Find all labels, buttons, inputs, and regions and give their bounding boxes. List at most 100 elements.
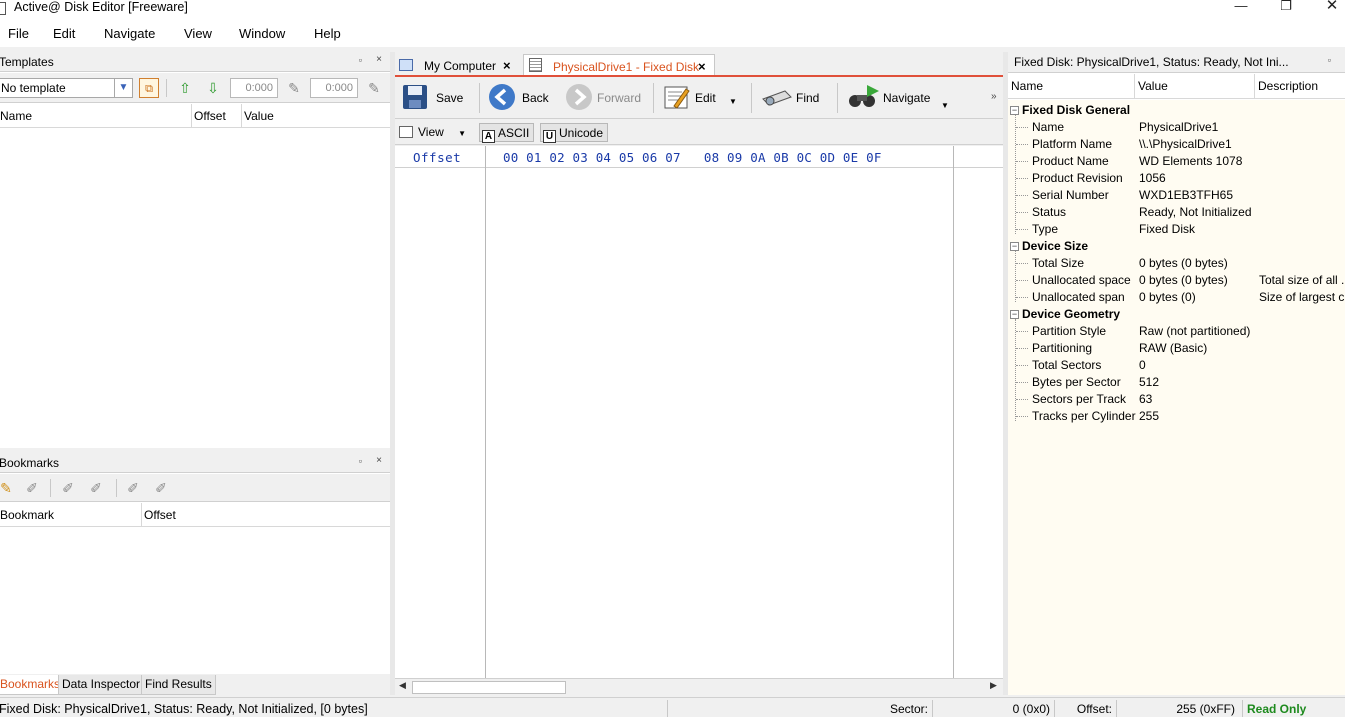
scroll-right-icon[interactable]: ▶ [990,680,997,691]
toolbar-overflow-icon[interactable]: » [991,91,997,102]
property-row[interactable]: Name PhysicalDrive1 [1008,119,1345,136]
column-value[interactable]: Value [242,104,390,128]
forward-arrow-icon [566,84,592,110]
menu-navigate[interactable]: Navigate [104,26,155,41]
back-button[interactable]: Back [488,81,554,115]
tab-find-results[interactable]: Find Results [141,675,216,695]
property-row[interactable]: Unallocated span 0 bytes (0) Size of large… [1008,289,1345,306]
save-button[interactable]: Save [401,81,471,115]
column-value[interactable]: Value [1135,74,1255,99]
property-row[interactable]: Unallocated space 0 bytes (0 bytes) Total … [1008,272,1345,289]
group-device-size[interactable]: − Device Size [1008,238,1345,255]
menu-window[interactable]: Window [239,26,285,41]
column-name[interactable]: Name [1008,74,1135,99]
close-icon[interactable]: × [376,54,382,65]
menu-edit[interactable]: Edit [53,26,75,41]
column-name[interactable]: Name [0,104,192,128]
tab-bookmarks[interactable]: Bookmarks [0,675,65,695]
property-row[interactable]: Total Sectors 0 [1008,357,1345,374]
column-bookmark[interactable]: Bookmark [0,503,142,527]
offset-to-input[interactable]: 0:000 [310,78,358,98]
property-row[interactable]: Partition Style Raw (not partitioned) [1008,323,1345,340]
property-row[interactable]: Status Ready, Not Initialized [1008,204,1345,221]
close-icon[interactable]: × [376,455,382,466]
menu-help[interactable]: Help [314,26,341,41]
add-bookmark-icon[interactable]: ✎ [0,478,16,498]
property-row[interactable]: Partitioning RAW (Basic) [1008,340,1345,357]
close-window-button[interactable]: ✕ [1309,0,1345,16]
toolbar-separator [653,83,654,113]
navigate-binoculars-icon [849,85,879,107]
property-name: Sectors per Track [1032,392,1127,406]
next-bookmark-icon[interactable]: ✐ [86,478,106,498]
delete-bookmark-icon[interactable]: ✐ [123,478,143,498]
edit-bookmark-icon[interactable]: ✐ [22,478,42,498]
property-row[interactable]: Total Size 0 bytes (0 bytes) [1008,255,1345,272]
chevron-down-icon[interactable]: ▼ [458,129,466,138]
offset-from-input[interactable]: 0:000 [230,78,278,98]
navigate-label: Navigate [883,91,931,105]
templates-panel: Templates ▫ × No template ▼ ⧉ ⇧ ⇩ 0:000 … [0,52,390,448]
restore-button[interactable]: ❐ [1263,0,1309,16]
apply-template-icon[interactable]: ⧉ [139,78,159,98]
pin-offset-end-icon[interactable]: ✎ [364,78,384,98]
chevron-down-icon[interactable]: ▼ [729,97,737,106]
tab-data-inspector[interactable]: Data Inspector [58,675,145,695]
property-row[interactable]: Product Name WD Elements 1078 [1008,153,1345,170]
property-value: Ready, Not Initialized [1139,205,1252,219]
pin-offset-icon[interactable]: ✎ [284,78,304,98]
edit-button[interactable]: Edit ▼ [662,81,742,115]
hex-offset-header: Offset [413,150,462,165]
collapse-icon[interactable]: − [1010,242,1019,251]
chevron-down-icon[interactable]: ▼ [941,101,949,110]
view-dropdown[interactable]: View ▼ [399,123,466,142]
column-description[interactable]: Description [1255,74,1345,99]
property-row[interactable]: Tracks per Cylinder 255 [1008,408,1345,425]
property-row[interactable]: Product Revision 1056 [1008,170,1345,187]
close-tab-icon[interactable]: × [503,55,511,77]
unicode-label: Unicode [559,126,604,140]
minimize-button[interactable]: — [1218,0,1264,16]
delete-all-bookmarks-icon[interactable]: ✐ [151,478,171,498]
group-fixed-disk-general[interactable]: − Fixed Disk General [1008,102,1345,119]
column-offset[interactable]: Offset [192,104,242,128]
unicode-toggle[interactable]: U Unicode [540,123,609,143]
hex-editor[interactable]: Offset 00 01 02 03 04 05 06 07 08 09 0A … [395,146,1003,678]
menu-view[interactable]: View [184,26,212,41]
templates-header: Templates ▫ × [0,52,390,72]
tab-my-computer[interactable]: My Computer × [395,54,521,76]
menu-bar: File Edit Navigate View Window Help [0,20,1345,47]
column-offset[interactable]: Offset [142,503,390,527]
scrollbar-thumb[interactable] [412,681,566,694]
menu-file[interactable]: File [8,26,29,41]
property-row[interactable]: Bytes per Sector 512 [1008,374,1345,391]
property-value: WD Elements 1078 [1139,154,1243,168]
arrow-up-icon[interactable]: ⇧ [175,78,195,98]
group-device-geometry[interactable]: − Device Geometry [1008,306,1345,323]
property-row[interactable]: Sectors per Track 63 [1008,391,1345,408]
forward-button[interactable]: Forward [565,81,645,115]
property-row[interactable]: Type Fixed Disk [1008,221,1345,238]
property-description: Size of largest c... [1259,290,1345,304]
template-select[interactable]: No template ▼ [0,78,133,98]
property-row[interactable]: Serial Number WXD1EB3TFH65 [1008,187,1345,204]
tab-label: My Computer [424,59,497,73]
document-tabs: My Computer × PhysicalDrive1 - Fixed Dis… [395,52,1003,76]
ascii-toggle[interactable]: A ASCII [479,123,535,143]
tab-physicaldrive1[interactable]: PhysicalDrive1 - Fixed Disk × [523,54,715,76]
pin-icon[interactable]: ▫ [1328,55,1331,65]
chevron-down-icon[interactable]: ▼ [114,79,132,97]
navigate-button[interactable]: Navigate ▼ [847,81,955,115]
horizontal-scrollbar[interactable]: ◀ ▶ [395,678,1003,695]
scroll-left-icon[interactable]: ◀ [399,680,406,691]
find-button[interactable]: Find [761,81,825,115]
pin-icon[interactable]: ▫ [359,456,362,466]
previous-bookmark-icon[interactable]: ✐ [58,478,78,498]
property-row[interactable]: Platform Name \\.\PhysicalDrive1 [1008,136,1345,153]
collapse-icon[interactable]: − [1010,310,1019,319]
collapse-icon[interactable]: − [1010,106,1019,115]
arrow-down-icon[interactable]: ⇩ [203,78,223,98]
ascii-icon: A [482,130,495,143]
pin-icon[interactable]: ▫ [359,55,362,65]
property-name: Serial Number [1032,188,1109,202]
